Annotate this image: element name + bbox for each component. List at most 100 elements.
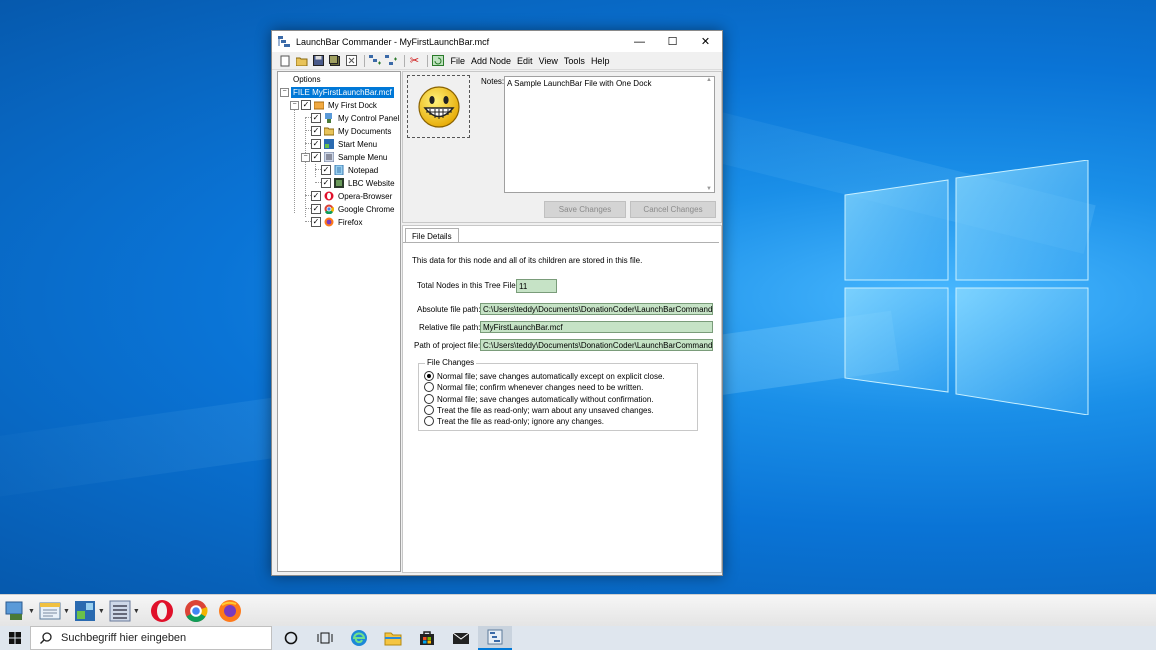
dropdown-arrow-icon[interactable]: ▼ xyxy=(98,608,105,615)
node-checkbox[interactable]: ✓ xyxy=(301,100,311,110)
file-changes-group: File Changes Normal file; save changes a… xyxy=(418,358,698,431)
save-icon[interactable] xyxy=(311,54,325,68)
notes-scrollbar[interactable]: ▲ ▼ xyxy=(704,77,714,192)
tree-expander[interactable]: − xyxy=(290,101,299,110)
dock-chrome[interactable] xyxy=(184,598,208,624)
relative-path-field[interactable]: MyFirstLaunchBar.mcf xyxy=(480,321,713,333)
chrome-icon xyxy=(184,600,208,622)
save-changes-button[interactable]: Save Changes xyxy=(544,201,626,218)
tree-item-control-panel[interactable]: ✓ My Control Panel xyxy=(311,112,399,124)
notes-text: A Sample LaunchBar File with One Dock xyxy=(507,79,652,88)
menu-file[interactable]: File xyxy=(451,56,466,66)
tree-item-documents[interactable]: ✓ My Documents xyxy=(311,125,391,137)
website-icon xyxy=(334,178,344,188)
tree-dock-node[interactable]: ✓ My First Dock xyxy=(301,99,377,111)
radio-button[interactable] xyxy=(424,371,434,381)
node-checkbox[interactable]: ✓ xyxy=(321,178,331,188)
task-view-icon xyxy=(317,632,333,644)
dropdown-arrow-icon[interactable]: ▼ xyxy=(133,608,140,615)
cut-icon[interactable]: ✂ xyxy=(408,54,422,68)
taskbar-store[interactable] xyxy=(410,626,444,650)
maximize-button[interactable]: ☐ xyxy=(656,31,689,52)
dock-documents[interactable]: ▼ xyxy=(39,598,70,624)
radio-option[interactable]: Normal file; confirm whenever changes ne… xyxy=(424,382,643,392)
new-file-icon[interactable] xyxy=(278,54,292,68)
taskbar-file-explorer[interactable] xyxy=(376,626,410,650)
close-file-icon[interactable] xyxy=(344,54,358,68)
dropdown-arrow-icon[interactable]: ▼ xyxy=(63,608,70,615)
cortana-button[interactable] xyxy=(274,626,308,650)
tree-node-label: FILE MyFirstLaunchBar.mcf xyxy=(291,86,394,98)
node-checkbox[interactable]: ✓ xyxy=(311,204,321,214)
close-button[interactable]: ✕ xyxy=(689,31,722,52)
minimize-button[interactable]: — xyxy=(623,31,656,52)
dock-firefox[interactable] xyxy=(218,598,242,624)
tree-item-opera[interactable]: ✓ Opera-Browser xyxy=(311,190,392,202)
radio-option[interactable]: Treat the file as read-only; warn about … xyxy=(424,405,654,415)
node-checkbox[interactable]: ✓ xyxy=(311,139,321,149)
radio-button[interactable] xyxy=(424,394,434,404)
menu-view[interactable]: View xyxy=(539,56,558,66)
toolbar-separator xyxy=(403,54,405,67)
store-icon xyxy=(420,631,434,645)
radio-button[interactable] xyxy=(424,416,434,426)
taskbar-launchbar-commander[interactable] xyxy=(478,626,512,650)
notes-textarea[interactable]: A Sample LaunchBar File with One Dock ▲ ▼ xyxy=(504,76,715,193)
task-view-button[interactable] xyxy=(308,626,342,650)
tree-file-node[interactable]: FILE MyFirstLaunchBar.mcf xyxy=(291,86,394,98)
tree-expander[interactable]: − xyxy=(280,88,289,97)
tree-options-node[interactable]: Options xyxy=(293,73,321,85)
menu-tools[interactable]: Tools xyxy=(564,56,585,66)
title-bar[interactable]: LaunchBar Commander - MyFirstLaunchBar.m… xyxy=(272,31,722,52)
tree-item-notepad[interactable]: ✓ Notepad xyxy=(321,164,378,176)
tree-view[interactable]: Options − FILE MyFirstLaunchBar.mcf − ✓ … xyxy=(277,71,401,572)
node-checkbox[interactable]: ✓ xyxy=(311,152,321,162)
open-folder-icon[interactable] xyxy=(295,54,309,68)
dock-control-panel[interactable]: ▼ xyxy=(4,598,35,624)
menu-add-node[interactable]: Add Node xyxy=(471,56,511,66)
windows-start-icon xyxy=(9,632,21,644)
start-menu-icon xyxy=(324,139,334,149)
taskbar-search-box[interactable]: Suchbegriff hier eingeben xyxy=(30,626,272,650)
tree-expander[interactable]: − xyxy=(301,153,310,162)
refresh-icon[interactable] xyxy=(431,54,445,68)
add-child-node-icon[interactable] xyxy=(384,54,398,68)
radio-option[interactable]: Treat the file as read-only; ignore any … xyxy=(424,416,604,426)
radio-button[interactable] xyxy=(424,405,434,415)
node-checkbox[interactable]: ✓ xyxy=(311,113,321,123)
project-path-field[interactable]: C:\Users\teddy\Documents\DonationCoder\L… xyxy=(480,339,713,351)
add-sibling-node-icon[interactable] xyxy=(368,54,382,68)
dropdown-arrow-icon[interactable]: ▼ xyxy=(28,608,35,615)
tree-item-start-menu[interactable]: ✓ Start Menu xyxy=(311,138,377,150)
tree-item-sample-menu[interactable]: ✓ Sample Menu xyxy=(311,151,387,163)
taskbar-mail[interactable] xyxy=(444,626,478,650)
save-all-icon[interactable] xyxy=(328,54,342,68)
radio-option[interactable]: Normal file; save changes automatically … xyxy=(424,394,654,404)
relative-path-label: Relative file path: xyxy=(419,323,481,332)
radio-button[interactable] xyxy=(424,382,434,392)
dock-sample-menu[interactable]: ▼ xyxy=(109,598,140,624)
launchbar-dock: ▼ ▼ ▼ ▼ xyxy=(0,594,1156,627)
node-checkbox[interactable]: ✓ xyxy=(311,217,321,227)
node-checkbox[interactable]: ✓ xyxy=(321,165,331,175)
tree-item-firefox[interactable]: ✓ Firefox xyxy=(311,216,362,228)
menu-edit[interactable]: Edit xyxy=(517,56,533,66)
menu-help[interactable]: Help xyxy=(591,56,610,66)
node-checkbox[interactable]: ✓ xyxy=(311,126,321,136)
tab-file-details[interactable]: File Details xyxy=(405,228,459,243)
tree-item-lbc-website[interactable]: ✓ LBC Website xyxy=(321,177,395,189)
start-button[interactable] xyxy=(0,626,30,650)
absolute-path-field[interactable]: C:\Users\teddy\Documents\DonationCoder\L… xyxy=(480,303,713,315)
radio-option[interactable]: Normal file; save changes automatically … xyxy=(424,371,665,381)
dock-opera[interactable] xyxy=(150,598,174,624)
node-icon-box[interactable] xyxy=(407,75,470,138)
cancel-changes-button[interactable]: Cancel Changes xyxy=(630,201,716,218)
dock-start-menu[interactable]: ▼ xyxy=(74,598,105,624)
taskbar-edge[interactable] xyxy=(342,626,376,650)
radio-label: Normal file; save changes automatically … xyxy=(437,394,654,404)
tree-node-label: Start Menu xyxy=(338,139,378,149)
tree-item-chrome[interactable]: ✓ Google Chrome xyxy=(311,203,394,215)
node-checkbox[interactable]: ✓ xyxy=(311,191,321,201)
total-nodes-field[interactable]: 11 xyxy=(516,279,557,293)
documents-icon xyxy=(324,127,334,136)
